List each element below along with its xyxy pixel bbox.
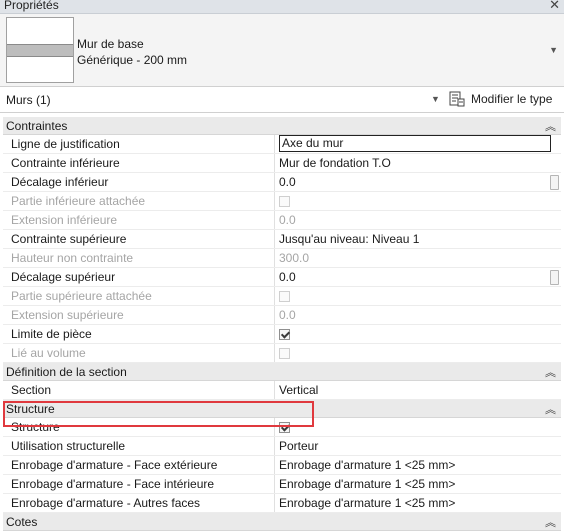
chevron-down-icon[interactable]: ▼: [549, 45, 558, 55]
panel-title: Propriétés: [4, 0, 59, 12]
type-thumbnail: [6, 17, 74, 83]
property-name: Extension inférieure: [3, 211, 275, 229]
property-value: [279, 344, 549, 362]
property-value: [279, 287, 549, 305]
row-contrainte-superieure[interactable]: Contrainte supérieure Jusqu'au niveau: N…: [3, 230, 561, 249]
group-definition-de-la-section[interactable]: Définition de la section ︽: [3, 363, 561, 381]
checkbox[interactable]: [279, 329, 290, 340]
row-enrobage-face-exterieure[interactable]: Enrobage d'armature - Face extérieure En…: [3, 456, 561, 475]
property-value[interactable]: Enrobage d'armature 1 <25 mm>: [279, 475, 549, 493]
property-name: Enrobage d'armature - Autres faces: [3, 494, 275, 512]
row-extension-superieure: Extension supérieure 0.0: [3, 306, 561, 325]
property-value: 0.0: [279, 308, 296, 322]
property-name: Partie inférieure attachée: [3, 192, 275, 210]
row-enrobage-autres-faces[interactable]: Enrobage d'armature - Autres faces Enrob…: [3, 494, 561, 513]
row-contrainte-inferieure[interactable]: Contrainte inférieure Mur de fondation T…: [3, 154, 561, 173]
checkbox: [279, 348, 290, 359]
property-value[interactable]: Porteur: [279, 437, 549, 455]
instance-filter-bar: Murs (1) ▼ Modifier le type: [0, 87, 564, 113]
property-value: 300.0: [279, 251, 310, 265]
property-value[interactable]: [279, 418, 549, 436]
type-name: Générique - 200 mm: [77, 53, 188, 67]
property-value-field[interactable]: Axe du mur: [279, 135, 551, 152]
property-name: Limite de pièce: [3, 325, 275, 343]
instance-filter-dropdown[interactable]: Murs (1): [6, 93, 51, 107]
row-hauteur-non-contrainte: Hauteur non contrainte 300.0: [3, 249, 561, 268]
edit-type-button[interactable]: Modifier le type: [471, 92, 552, 106]
type-family-name: Mur de base: [77, 37, 144, 51]
property-name: Décalage supérieur: [3, 268, 275, 286]
type-selector[interactable]: Mur de base Générique - 200 mm ▼: [0, 14, 564, 87]
property-name: Hauteur non contrainte: [3, 249, 275, 267]
property-name: Enrobage d'armature - Face extérieure: [3, 456, 275, 474]
group-label: Cotes: [6, 515, 38, 529]
row-lie-au-volume: Lié au volume: [3, 344, 561, 363]
property-value[interactable]: Enrobage d'armature 1 <25 mm>: [279, 494, 549, 512]
property-name: Partie supérieure attachée: [3, 287, 275, 305]
property-name: Contrainte inférieure: [3, 154, 275, 172]
group-contraintes[interactable]: Contraintes ︽: [3, 117, 561, 135]
property-name: Extension supérieure: [3, 306, 275, 324]
property-value: 0.0: [279, 213, 296, 227]
value-edit-button[interactable]: [550, 270, 559, 285]
value-edit-button[interactable]: [550, 175, 559, 190]
row-ligne-de-justification[interactable]: Ligne de justification Axe du mur: [3, 135, 561, 154]
property-name: Lié au volume: [3, 344, 275, 362]
property-value[interactable]: Mur de fondation T.O: [279, 154, 549, 172]
double-chevron-up-icon[interactable]: ︽: [545, 514, 556, 530]
row-decalage-inferieur[interactable]: Décalage inférieur 0.0: [3, 173, 561, 192]
checkbox[interactable]: [279, 422, 290, 433]
chevron-down-icon[interactable]: ▼: [431, 94, 440, 104]
row-section[interactable]: Section Vertical: [3, 381, 561, 400]
row-limite-de-piece[interactable]: Limite de pièce: [3, 325, 561, 344]
row-decalage-superieur[interactable]: Décalage supérieur 0.0: [3, 268, 561, 287]
property-name: Ligne de justification: [3, 135, 275, 153]
properties-grid: Contraintes ︽ Ligne de justification Axe…: [3, 117, 561, 531]
properties-titlebar: Propriétés ✕: [0, 0, 564, 14]
property-value[interactable]: Vertical: [279, 381, 549, 399]
property-name: Section: [3, 381, 275, 399]
property-value[interactable]: [279, 325, 549, 343]
checkbox: [279, 196, 290, 207]
property-value[interactable]: 0.0: [279, 268, 549, 286]
property-value[interactable]: Enrobage d'armature 1 <25 mm>: [279, 456, 549, 474]
double-chevron-up-icon[interactable]: ︽: [545, 118, 556, 134]
row-utilisation-structurelle[interactable]: Utilisation structurelle Porteur: [3, 437, 561, 456]
property-name: Utilisation structurelle: [3, 437, 275, 455]
row-extension-inferieure: Extension inférieure 0.0: [3, 211, 561, 230]
close-icon[interactable]: ✕: [549, 0, 560, 13]
property-value[interactable]: 0.0: [279, 173, 549, 191]
double-chevron-up-icon[interactable]: ︽: [545, 401, 556, 417]
row-structure[interactable]: Structure: [3, 418, 561, 437]
property-name: Contrainte supérieure: [3, 230, 275, 248]
row-partie-inferieure-attachee: Partie inférieure attachée: [3, 192, 561, 211]
property-name: Enrobage d'armature - Face intérieure: [3, 475, 275, 493]
row-partie-superieure-attachee: Partie supérieure attachée: [3, 287, 561, 306]
group-label: Définition de la section: [6, 365, 127, 379]
group-label: Contraintes: [6, 119, 68, 133]
wall-preview-icon: [7, 44, 73, 57]
property-name: Décalage inférieur: [3, 173, 275, 191]
checkbox: [279, 291, 290, 302]
group-structure[interactable]: Structure ︽: [3, 400, 561, 418]
property-name: Structure: [3, 418, 275, 436]
property-value: [279, 192, 549, 210]
group-label: Structure: [6, 402, 55, 416]
property-value[interactable]: Jusqu'au niveau: Niveau 1: [279, 230, 549, 248]
row-enrobage-face-interieure[interactable]: Enrobage d'armature - Face intérieure En…: [3, 475, 561, 494]
double-chevron-up-icon[interactable]: ︽: [545, 364, 556, 380]
edit-type-icon[interactable]: [449, 91, 465, 107]
group-cotes[interactable]: Cotes ︽: [3, 513, 561, 531]
